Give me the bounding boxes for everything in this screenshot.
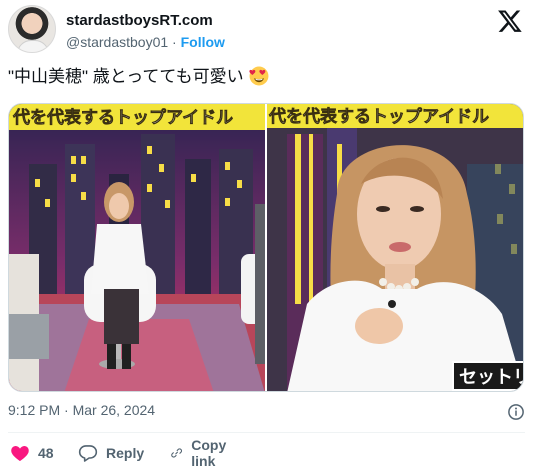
- divider: [8, 432, 525, 433]
- copy-link-button[interactable]: Copy link: [170, 437, 233, 469]
- reply-label: Reply: [106, 445, 145, 461]
- left-banner-text: 代を代表するトップアイドル: [12, 107, 233, 128]
- timestamp-row: 9:12 PM · Mar 26, 2024: [8, 402, 525, 424]
- avatar[interactable]: [8, 5, 56, 53]
- reply-bubble-icon: [78, 445, 98, 462]
- x-logo-icon[interactable]: [497, 8, 523, 34]
- right-banner-text: 代を代表するトップアイドル: [268, 106, 489, 127]
- author-handle[interactable]: @stardastboy01: [66, 34, 168, 50]
- reply-button[interactable]: Reply: [78, 442, 144, 464]
- timestamp[interactable]: 9:12 PM · Mar 26, 2024: [8, 402, 155, 418]
- info-icon[interactable]: [507, 403, 525, 421]
- author-display-name[interactable]: stardastboysRT.com: [66, 12, 213, 29]
- tweet-text-content: "中山美穂" 歳とってても可愛い: [8, 67, 244, 86]
- media-photo-left[interactable]: 代を代表するトップアイドル: [9, 104, 265, 391]
- like-button[interactable]: 48: [10, 442, 54, 464]
- heart-eyes-emoji-icon: [249, 66, 269, 86]
- tweet-text: "中山美穂" 歳とってても可愛い: [8, 65, 269, 89]
- copy-link-label: Copy link: [191, 437, 227, 469]
- studio-photo-right: 代を代表するトップアイドル セットリ: [267, 104, 524, 391]
- heart-icon: [11, 445, 29, 461]
- separator-dot: ·: [172, 34, 177, 50]
- like-count: 48: [38, 445, 54, 461]
- tweet-header: stardastboysRT.com @stardastboy01 · Foll…: [8, 5, 525, 57]
- media-photo-right[interactable]: 代を代表するトップアイドル セットリ: [267, 104, 524, 391]
- link-icon: [171, 448, 182, 458]
- follow-button[interactable]: Follow: [181, 34, 225, 50]
- caption-badge-text: セットリ: [459, 367, 524, 388]
- tweet-media[interactable]: 代を代表するトップアイドル 代を代表するトップアイドル セットリ: [8, 103, 524, 392]
- studio-photo-left: 代を代表するトップアイドル: [9, 104, 265, 391]
- author-handle-row: @stardastboy01 · Follow: [66, 34, 225, 50]
